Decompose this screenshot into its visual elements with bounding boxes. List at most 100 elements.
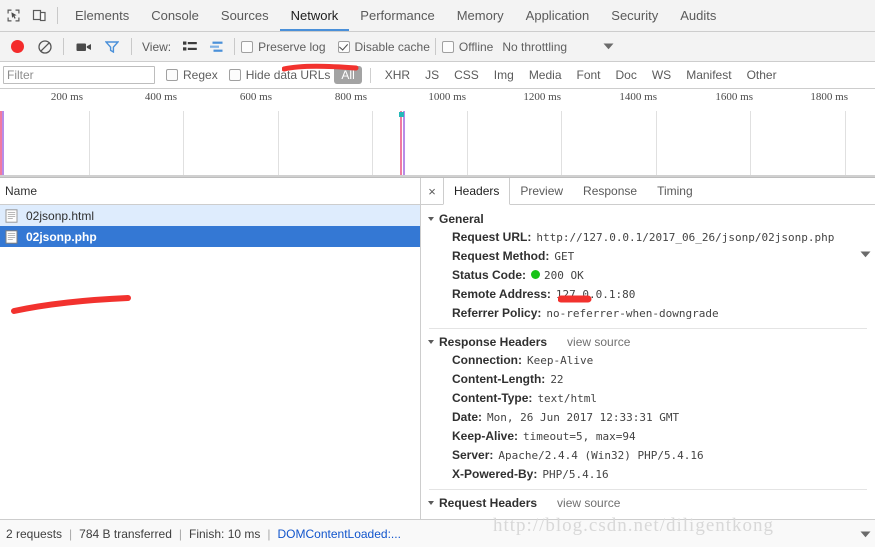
header-value: http://127.0.0.1/2017_06_26/jsonp/02json… xyxy=(536,231,835,244)
filter-icon[interactable] xyxy=(98,34,126,60)
header-key: Date: xyxy=(452,410,483,424)
header-value: GET xyxy=(554,250,575,263)
detail-tabstrip: × Headers Preview Response Timing xyxy=(421,178,875,205)
request-list-header[interactable]: Name xyxy=(0,178,420,205)
capture-screenshots-icon[interactable] xyxy=(70,34,98,60)
type-filter-doc[interactable]: Doc xyxy=(609,66,644,84)
tab-console[interactable]: Console xyxy=(140,0,210,31)
header-key: Keep-Alive: xyxy=(452,429,519,443)
chevron-down-icon xyxy=(428,340,434,344)
header-row: Remote Address: 127.0.0.1:80 xyxy=(421,285,875,304)
hide-data-urls-checkbox[interactable]: Hide data URLs xyxy=(228,68,331,82)
type-filter-manifest[interactable]: Manifest xyxy=(679,66,738,84)
waterfall-view-icon[interactable] xyxy=(203,34,229,60)
type-filter-other[interactable]: Other xyxy=(740,66,784,84)
tab-performance[interactable]: Performance xyxy=(349,0,445,31)
load-event-marker xyxy=(403,111,405,177)
table-row[interactable]: 02jsonp.php xyxy=(0,226,420,247)
headers-content: General Request URL: http://127.0.0.1/20… xyxy=(421,205,875,519)
tab-response[interactable]: Response xyxy=(573,178,647,204)
timeline-tick: 1200 ms xyxy=(523,91,561,103)
timeline-tick: 1000 ms xyxy=(428,91,466,103)
disable-cache-box xyxy=(337,40,350,53)
header-row: Referrer Policy: no-referrer-when-downgr… xyxy=(421,304,875,323)
tab-application[interactable]: Application xyxy=(515,0,601,31)
tab-security[interactable]: Security xyxy=(600,0,669,31)
tab-memory[interactable]: Memory xyxy=(446,0,515,31)
header-row: Status Code: 200 OK xyxy=(421,266,875,285)
section-divider xyxy=(429,328,867,329)
document-icon xyxy=(5,208,18,223)
table-row[interactable]: 02jsonp.html xyxy=(0,205,420,226)
header-row: Keep-Alive: timeout=5, max=94 xyxy=(421,427,875,446)
type-filter-css[interactable]: CSS xyxy=(447,66,486,84)
regex-checkbox[interactable]: Regex xyxy=(166,68,218,82)
timeline-tick: 600 ms xyxy=(239,91,272,103)
tab-elements[interactable]: Elements xyxy=(64,0,140,31)
dom-content-loaded-marker xyxy=(400,111,402,177)
offline-checkbox[interactable]: Offline xyxy=(441,40,493,54)
panel-tabs: Elements Console Sources Network Perform… xyxy=(64,0,727,31)
inspect-element-icon[interactable] xyxy=(0,2,26,30)
timeline-gridline xyxy=(467,111,468,177)
type-filter-media[interactable]: Media xyxy=(522,66,569,84)
toolbar-divider-3 xyxy=(131,38,132,55)
header-key: Request URL: xyxy=(452,230,532,244)
header-value: text/html xyxy=(537,392,598,405)
tab-network[interactable]: Network xyxy=(280,0,350,31)
timeline-gridline xyxy=(750,111,751,177)
disable-cache-checkbox[interactable]: Disable cache xyxy=(337,39,430,54)
close-icon[interactable]: × xyxy=(421,178,443,204)
load-event-marker xyxy=(2,111,4,177)
document-icon xyxy=(5,229,18,244)
type-filter-img[interactable]: Img xyxy=(487,66,521,84)
dom-content-loaded-time[interactable]: DOMContentLoaded:... xyxy=(278,527,401,541)
list-view-icon[interactable] xyxy=(177,34,203,60)
tab-headers[interactable]: Headers xyxy=(443,178,511,205)
hide-data-urls-label: Hide data URLs xyxy=(245,68,331,82)
header-value: timeout=5, max=94 xyxy=(523,430,636,443)
record-dot-icon xyxy=(11,40,24,53)
tab-sources[interactable]: Sources xyxy=(210,0,280,31)
disable-cache-label: Disable cache xyxy=(354,39,430,54)
tab-timing[interactable]: Timing xyxy=(647,178,703,204)
general-section-title: General xyxy=(439,212,484,226)
header-row: Request URL: http://127.0.0.1/2017_06_26… xyxy=(421,228,875,247)
type-filter-js[interactable]: JS xyxy=(418,66,446,84)
timeline-ruler: 200 ms 400 ms 600 ms 800 ms 1000 ms 1200… xyxy=(0,89,875,111)
request-name: 02jsonp.php xyxy=(26,229,97,244)
view-source-link[interactable]: view source xyxy=(557,496,620,510)
preserve-log-checkbox[interactable]: Preserve log xyxy=(241,40,326,54)
request-list: 02jsonp.html 02jsonp.php xyxy=(0,205,420,519)
response-headers-section-header[interactable]: Response Headers view source xyxy=(421,333,875,351)
search-input[interactable] xyxy=(3,66,155,84)
tab-audits[interactable]: Audits xyxy=(669,0,727,31)
offline-box xyxy=(441,40,454,53)
type-filter-font[interactable]: Font xyxy=(570,66,608,84)
view-source-link[interactable]: view source xyxy=(567,335,630,349)
hide-data-urls-box xyxy=(228,69,241,81)
throttling-value[interactable]: No throttling xyxy=(502,40,567,54)
timeline-tick: 400 ms xyxy=(144,91,177,103)
network-overview-timeline[interactable]: 200 ms 400 ms 600 ms 800 ms 1000 ms 1200… xyxy=(0,89,875,178)
device-toolbar-icon[interactable] xyxy=(26,2,52,30)
request-headers-section-header[interactable]: Request Headers view source xyxy=(421,494,875,512)
expand-detail-chevron-icon[interactable] xyxy=(860,247,871,261)
timeline-gridline xyxy=(656,111,657,177)
toolbar-divider-2 xyxy=(63,38,64,55)
status-separator: | xyxy=(267,526,271,541)
general-section-header[interactable]: General xyxy=(421,210,875,228)
chevron-down-icon[interactable] xyxy=(860,527,871,541)
clear-button[interactable] xyxy=(31,34,58,60)
type-filter-all[interactable]: All xyxy=(334,66,362,84)
tab-preview[interactable]: Preview xyxy=(510,178,573,204)
devtools-window: Elements Console Sources Network Perform… xyxy=(0,0,875,547)
type-filter-ws[interactable]: WS xyxy=(645,66,678,84)
chevron-down-icon xyxy=(428,217,434,221)
header-row: Content-Length: 22 xyxy=(421,370,875,389)
timeline-gridline xyxy=(89,111,90,177)
type-filter-xhr[interactable]: XHR xyxy=(378,66,417,84)
record-button[interactable] xyxy=(4,34,31,60)
chevron-down-icon[interactable] xyxy=(603,43,614,50)
response-headers-title: Response Headers xyxy=(439,335,548,349)
